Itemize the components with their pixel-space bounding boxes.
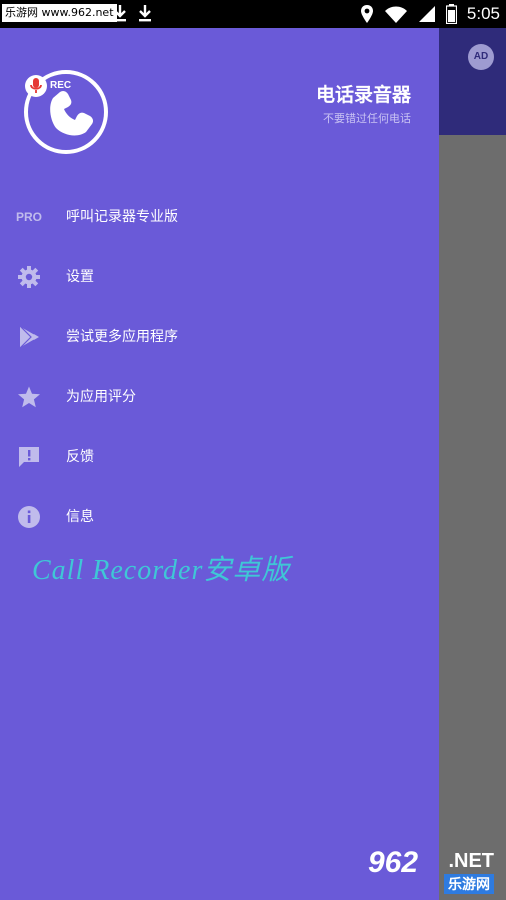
menu-item-pro[interactable]: PRO 呼叫记录器专业版 (0, 186, 439, 246)
promo-caption: Call Recorder安卓版 (32, 555, 291, 586)
site-logo-watermark: 962 .NET 乐游网 (368, 846, 500, 896)
site-watermark: 乐游网 www.962.net (2, 4, 117, 22)
location-icon (360, 5, 373, 23)
app-title: 电话录音器 (315, 84, 411, 106)
gear-icon (16, 264, 42, 290)
watermark-domain: .NET (448, 850, 494, 872)
phone-rec-icon (24, 70, 108, 154)
menu-label: 反馈 (66, 449, 94, 465)
wifi-icon (384, 6, 407, 23)
ad-button[interactable]: AD (468, 44, 494, 70)
feedback-icon (16, 444, 42, 470)
star-icon (16, 384, 42, 410)
menu-item-info[interactable]: 信息 (0, 486, 439, 546)
menu-item-feedback[interactable]: 反馈 (0, 426, 439, 486)
menu-label: 尝试更多应用程序 (66, 329, 178, 345)
watermark-site: 乐游网 (444, 874, 494, 894)
status-time: 5:05 (466, 4, 500, 23)
download-icon (139, 5, 151, 22)
menu-label: 呼叫记录器专业版 (66, 209, 178, 225)
app-logo: REC (20, 64, 110, 154)
battery-icon (445, 4, 457, 24)
menu-label: 设置 (66, 269, 94, 285)
menu-label: 为应用评分 (66, 389, 136, 405)
app-subtitle: 不要错过任何电话 (323, 112, 411, 125)
navigation-drawer: REC 电话录音器 不要错过任何电话 PRO 呼叫记录器专业版 设置 尝试更多应… (0, 28, 439, 900)
main-toolbar (439, 28, 506, 135)
menu-label: 信息 (66, 509, 94, 525)
play-store-icon (16, 324, 42, 350)
rec-label: REC (50, 80, 72, 91)
info-icon (16, 504, 42, 530)
drawer-menu: PRO 呼叫记录器专业版 设置 尝试更多应用程序 为应用评分 反馈 信息 (0, 186, 439, 546)
signal-icon (418, 6, 435, 22)
pro-icon: PRO (16, 210, 43, 224)
menu-item-settings[interactable]: 设置 (0, 246, 439, 306)
watermark-number: 962 (368, 846, 419, 879)
download-icon (114, 5, 126, 22)
menu-item-rate-app[interactable]: 为应用评分 (0, 366, 439, 426)
scrim[interactable] (439, 135, 506, 900)
status-bar: 乐游网 www.962.net 5:05 (0, 0, 506, 28)
menu-item-more-apps[interactable]: 尝试更多应用程序 (0, 306, 439, 366)
